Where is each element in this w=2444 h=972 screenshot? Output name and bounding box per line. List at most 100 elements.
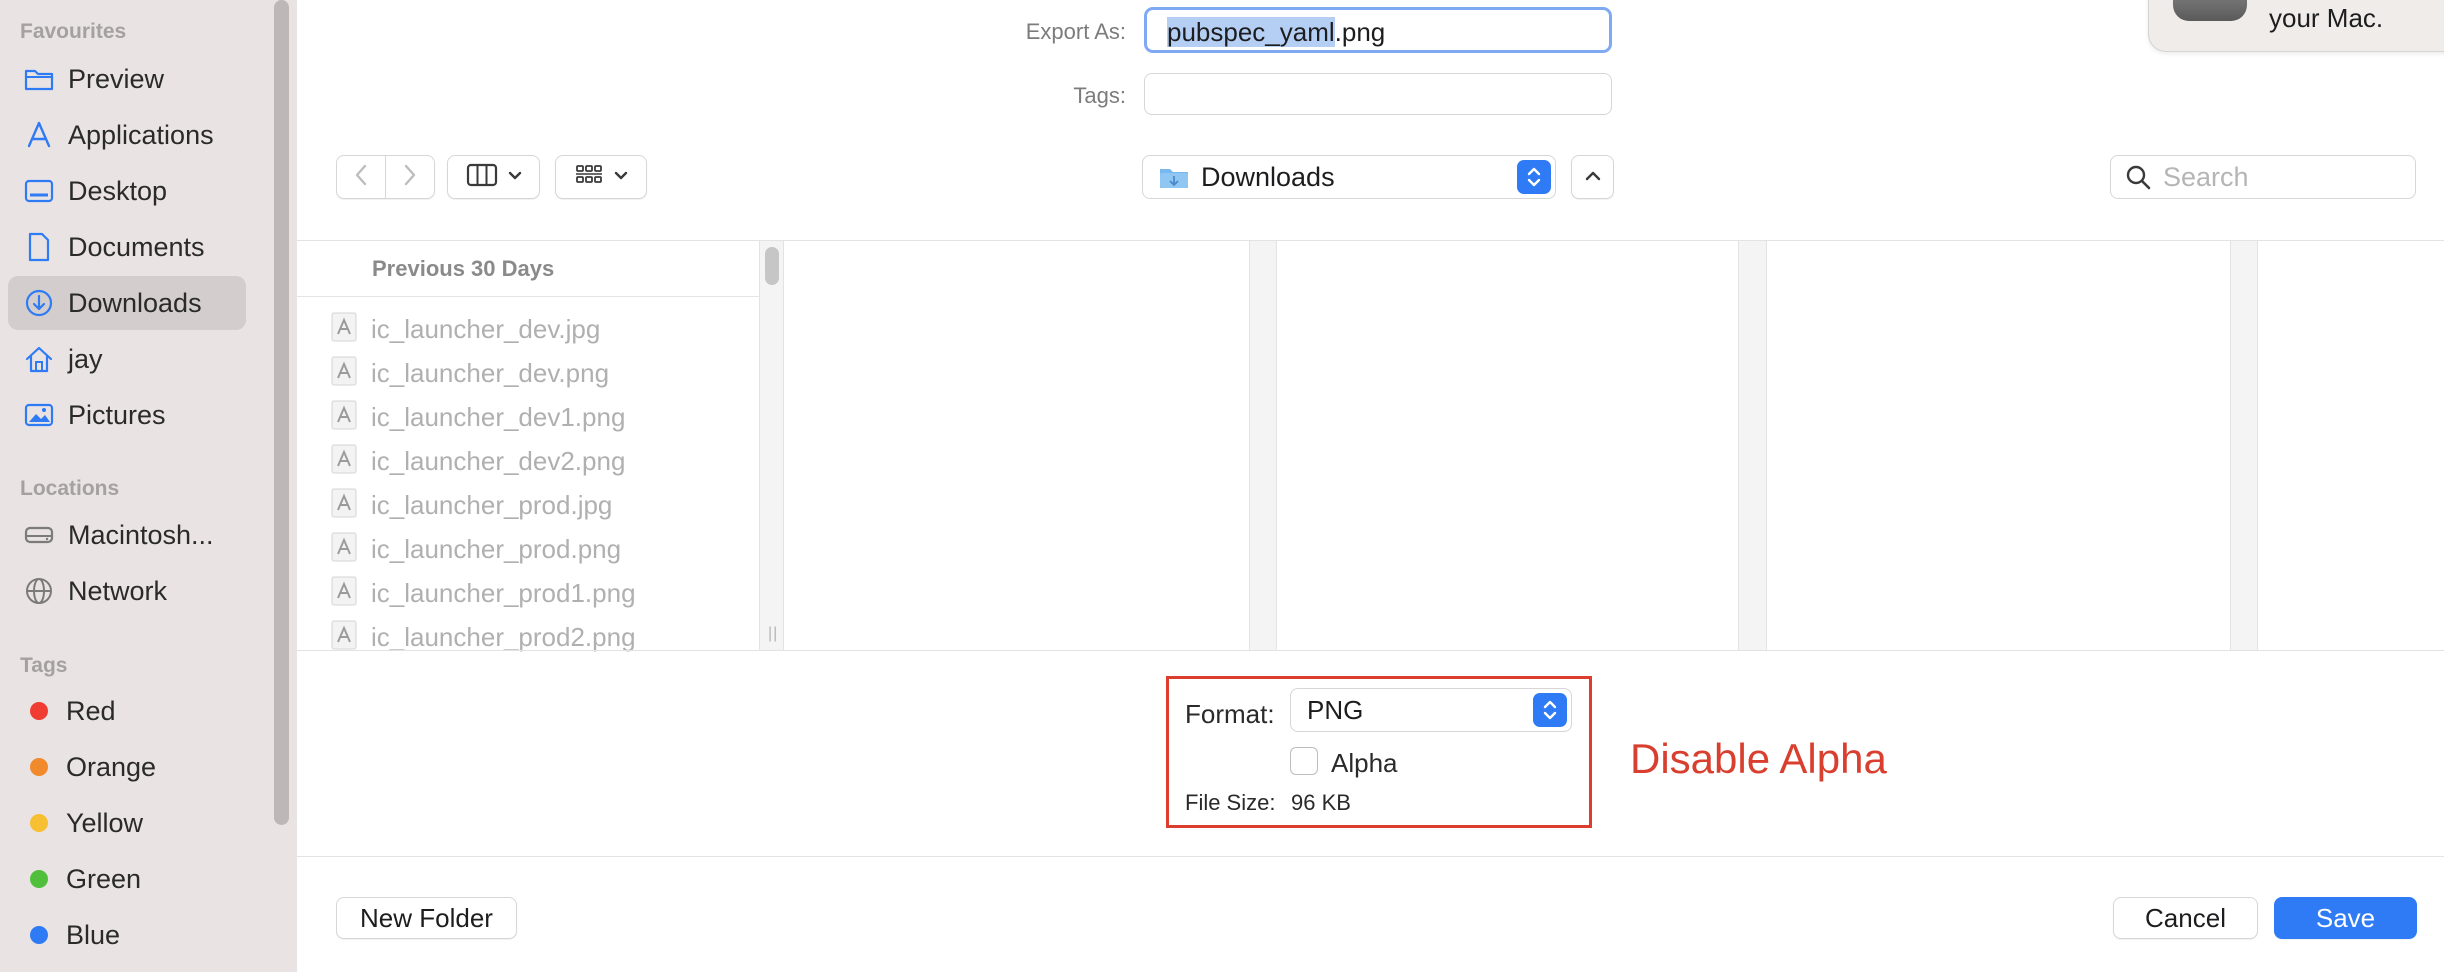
view-mode-button[interactable]: [447, 155, 540, 199]
export-as-field[interactable]: pubspec_yaml.png: [1144, 7, 1612, 53]
save-button[interactable]: Save: [2274, 897, 2417, 939]
sidebar-item-tag-orange[interactable]: Orange: [8, 740, 246, 794]
section-heading: Previous 30 Days: [372, 256, 555, 281]
group-grid-icon: [574, 163, 604, 192]
sidebar-item-label: Network: [68, 575, 168, 606]
sidebar-item-downloads[interactable]: Downloads: [8, 276, 246, 330]
notification-text: your Mac.: [2269, 3, 2384, 33]
search-input[interactable]: [2163, 161, 2403, 193]
network-icon: [22, 574, 56, 608]
column-scrollbar[interactable]: [765, 247, 779, 285]
tag-blue-dot: [30, 926, 48, 944]
settings-app-icon: [2173, 0, 2247, 21]
new-folder-button[interactable]: New Folder: [336, 897, 517, 939]
nav-buttons: [336, 155, 435, 199]
file-size-value: 96 KB: [1291, 790, 1351, 815]
cancel-button[interactable]: Cancel: [2113, 897, 2258, 939]
file-name: ic_launcher_dev.jpg: [371, 313, 601, 344]
sidebar-item-network[interactable]: Network: [8, 564, 246, 618]
file-column: Previous 30 Days ic_launcher_dev.jpg ic_…: [297, 241, 759, 652]
back-button[interactable]: [337, 156, 385, 198]
home-icon: [22, 342, 56, 376]
image-file-icon: [331, 576, 357, 611]
sidebar-item-label: Yellow: [66, 807, 144, 838]
sidebar-item-documents[interactable]: Documents: [8, 220, 246, 274]
file-name: ic_launcher_prod.png: [371, 533, 622, 564]
notification-banner[interactable]: your Mac.: [2148, 0, 2444, 52]
sidebar-item-tag-green[interactable]: Green: [8, 852, 246, 906]
sidebar-item-macintosh-hd[interactable]: Macintosh...: [8, 508, 246, 562]
tag-orange-dot: [30, 758, 48, 776]
chevron-right-icon: [403, 164, 417, 191]
sidebar-item-desktop[interactable]: Desktop: [8, 164, 246, 218]
tags-field[interactable]: [1144, 73, 1612, 115]
image-file-icon: [331, 356, 357, 391]
export-filename-selected: pubspec_yaml: [1167, 17, 1335, 47]
column-divider[interactable]: [1249, 241, 1277, 650]
file-name: ic_launcher_dev2.png: [371, 445, 626, 476]
chevron-left-icon: [354, 164, 368, 191]
file-row[interactable]: ic_launcher_prod2.png: [331, 617, 636, 657]
format-value: PNG: [1307, 694, 1364, 725]
format-popup[interactable]: PNG: [1290, 688, 1572, 732]
sidebar-item-jay[interactable]: jay: [8, 332, 246, 386]
image-file-icon: [331, 400, 357, 435]
chevron-up-icon: [1585, 168, 1601, 186]
file-row[interactable]: ic_launcher_dev.jpg: [331, 309, 600, 349]
chevron-down-icon: [508, 168, 522, 186]
tags-heading: Tags: [20, 654, 68, 677]
sidebar-item-applications[interactable]: Applications: [8, 108, 246, 162]
sidebar-scrollbar[interactable]: [274, 0, 289, 825]
applications-icon: [22, 118, 56, 152]
sidebar-item-label: Green: [66, 863, 142, 894]
search-icon: [2125, 164, 2151, 190]
column-divider[interactable]: [2230, 241, 2258, 650]
group-button[interactable]: [555, 155, 647, 199]
chevron-down-icon: [614, 168, 628, 186]
sidebar-item-label: Blue: [66, 919, 121, 950]
column-resize-handle[interactable]: ||: [768, 625, 778, 643]
popup-stepper-icon: [1533, 693, 1567, 727]
file-row[interactable]: ic_launcher_dev.png: [331, 353, 609, 393]
alpha-checkbox[interactable]: [1290, 747, 1318, 775]
save-dialog: Favourites Preview Applications Desktop …: [0, 0, 2444, 972]
export-as-label: Export As:: [1025, 19, 1126, 44]
location-popup[interactable]: Downloads: [1142, 155, 1556, 199]
location-label: Downloads: [1201, 161, 1335, 192]
file-row[interactable]: ic_launcher_prod.jpg: [331, 485, 612, 525]
image-file-icon: [331, 312, 357, 347]
pictures-icon: [22, 398, 56, 432]
sidebar-item-label: jay: [68, 343, 103, 374]
downloads-folder-icon: [1159, 165, 1189, 189]
export-filename-extension: .png: [1334, 17, 1386, 47]
document-icon: [22, 230, 56, 264]
sidebar-item-tag-red[interactable]: Red: [8, 684, 246, 738]
sidebar-item-pictures[interactable]: Pictures: [8, 388, 246, 442]
column-divider[interactable]: [1738, 241, 1767, 650]
sidebar-item-label: Desktop: [68, 175, 168, 206]
collapse-button[interactable]: [1571, 155, 1614, 199]
columns-view-icon: [466, 163, 498, 192]
tag-green-dot: [30, 870, 48, 888]
file-row[interactable]: ic_launcher_prod1.png: [331, 573, 636, 613]
search-field[interactable]: [2110, 155, 2416, 199]
file-row[interactable]: ic_launcher_prod.png: [331, 529, 621, 569]
column-divider[interactable]: [759, 241, 784, 650]
file-row[interactable]: ic_launcher_dev1.png: [331, 397, 625, 437]
image-file-icon: [331, 532, 357, 567]
sidebar-item-tag-blue[interactable]: Blue: [8, 908, 246, 962]
sidebar-item-preview[interactable]: Preview: [8, 52, 246, 106]
footer-divider: [297, 856, 2444, 857]
format-label: Format:: [1185, 699, 1275, 729]
sidebar-item-label: Downloads: [68, 287, 202, 318]
sidebar-item-tag-yellow[interactable]: Yellow: [8, 796, 246, 850]
forward-button[interactable]: [386, 156, 434, 198]
alpha-label: Alpha: [1331, 748, 1398, 778]
browser-bottom-divider: [297, 650, 2444, 651]
file-name: ic_launcher_prod2.png: [371, 621, 636, 652]
annotation-text: Disable Alpha: [1630, 735, 1887, 782]
sidebar-item-label: Red: [66, 695, 116, 726]
download-icon: [22, 286, 56, 320]
sidebar: Favourites Preview Applications Desktop …: [0, 0, 297, 972]
file-row[interactable]: ic_launcher_dev2.png: [331, 441, 625, 481]
